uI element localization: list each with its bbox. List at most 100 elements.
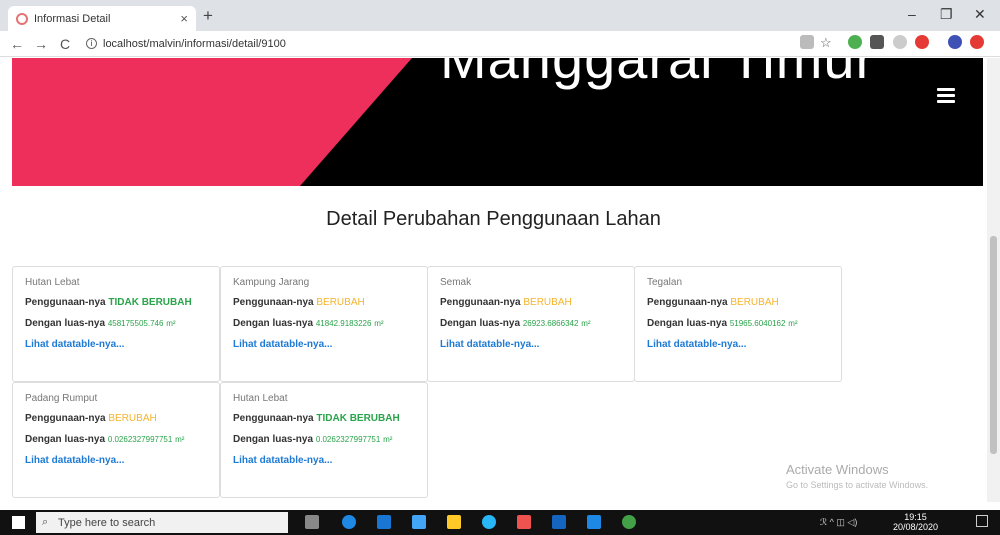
area-value: 41842.9183226 [315, 319, 372, 328]
area-label: Dengan luas-nya [233, 434, 314, 445]
area-unit: m² [175, 435, 185, 444]
area-label: Dengan luas-nya [25, 434, 106, 445]
extension-icon[interactable] [848, 35, 862, 49]
taskbar-search-input[interactable]: ⌕ Type here to search [36, 512, 288, 533]
usage-line: Penggunaan-nya BERUBAH [233, 297, 415, 308]
datatable-link[interactable]: Lihat datatable-nya... [440, 339, 622, 350]
usage-line: Penggunaan-nya BERUBAH [25, 413, 207, 424]
area-value: 0.0262327997751 [315, 435, 381, 444]
extension-icon[interactable] [893, 35, 907, 49]
tab-close-icon[interactable]: × [180, 11, 188, 26]
area-line: Dengan luas-nya 51965.6040162 m² [647, 318, 829, 329]
area-unit: m² [581, 319, 591, 328]
file-explorer-icon[interactable] [447, 515, 461, 529]
land-use-name: Hutan Lebat [25, 277, 80, 288]
browser-tab[interactable]: Informasi Detail × [8, 6, 196, 31]
back-button[interactable]: ← [10, 36, 24, 52]
taskbar-clock[interactable]: 19:15 20/08/2020 [893, 512, 938, 532]
usage-line: Penggunaan-nya BERUBAH [647, 297, 829, 308]
clock-time: 19:15 [904, 512, 927, 522]
task-view-icon[interactable] [305, 515, 319, 529]
usage-label: Penggunaan-nya [25, 297, 106, 308]
extension-icon[interactable] [870, 35, 884, 49]
area-unit: m² [374, 319, 384, 328]
scrollbar-thumb[interactable] [990, 236, 997, 454]
usage-line: Penggunaan-nya BERUBAH [440, 297, 622, 308]
status-badge: BERUBAH [523, 297, 572, 308]
system-tray-icon[interactable]: ℛ ^ ◫ ◁) [820, 517, 857, 528]
close-window-button[interactable]: ✕ [974, 6, 986, 23]
forward-button[interactable]: → [34, 36, 48, 52]
app-icon[interactable] [517, 515, 531, 529]
hamburger-menu-icon[interactable] [937, 88, 955, 106]
maximize-button[interactable]: ❐ [940, 6, 953, 23]
land-use-card: Hutan Lebat Penggunaan-nya TIDAK BERUBAH… [12, 266, 220, 382]
page-scrollbar[interactable] [987, 58, 1000, 502]
land-use-card: Hutan Lebat Penggunaan-nya TIDAK BERUBAH… [220, 382, 428, 498]
land-use-name: Tegalan [647, 277, 683, 288]
datatable-link[interactable]: Lihat datatable-nya... [647, 339, 829, 350]
search-icon: ⌕ [42, 516, 49, 528]
chrome-icon[interactable] [622, 515, 636, 529]
site-info-icon[interactable]: i [86, 38, 97, 49]
page-title: Detail Perubahan Penggunaan Lahan [326, 208, 661, 230]
datatable-link[interactable]: Lihat datatable-nya... [25, 339, 207, 350]
area-value: 0.0262327997751 [107, 435, 173, 444]
area-line: Dengan luas-nya 26923.6866342 m² [440, 318, 622, 329]
hero-title: Manggarai Timur [440, 58, 876, 90]
land-use-card: Kampung Jarang Penggunaan-nya BERUBAH De… [220, 266, 428, 382]
adblock-icon[interactable] [915, 35, 929, 49]
status-badge: TIDAK BERUBAH [316, 413, 400, 424]
status-badge: BERUBAH [108, 413, 157, 424]
land-use-card: Tegalan Penggunaan-nya BERUBAH Dengan lu… [634, 266, 842, 382]
usage-line: Penggunaan-nya TIDAK BERUBAH [233, 413, 415, 424]
land-use-name: Hutan Lebat [233, 393, 288, 404]
area-line: Dengan luas-nya 458175505.746 m² [25, 318, 207, 329]
zoom-icon[interactable] [587, 515, 601, 529]
url-text[interactable]: localhost/malvin/informasi/detail/9100 [103, 38, 286, 50]
usage-label: Penggunaan-nya [440, 297, 521, 308]
windows-start-icon[interactable] [12, 516, 25, 529]
address-bar[interactable]: i localhost/malvin/informasi/detail/9100 [86, 38, 286, 50]
usage-label: Penggunaan-nya [233, 413, 314, 424]
area-label: Dengan luas-nya [647, 318, 728, 329]
datatable-link[interactable]: Lihat datatable-nya... [25, 455, 207, 466]
notifications-icon[interactable] [976, 515, 988, 527]
area-line: Dengan luas-nya 0.0262327997751 m² [233, 434, 415, 445]
mail-icon[interactable] [377, 515, 391, 529]
bookmark-star-icon[interactable]: ☆ [820, 35, 834, 50]
land-use-name: Semak [440, 277, 472, 288]
edge-browser-icon[interactable] [342, 515, 356, 529]
reload-button[interactable]: C [58, 36, 72, 52]
area-unit: m² [166, 319, 176, 328]
app-icon[interactable] [482, 515, 496, 529]
land-use-name: Kampung Jarang [233, 277, 310, 288]
usage-label: Penggunaan-nya [233, 297, 314, 308]
datatable-link[interactable]: Lihat datatable-nya... [233, 339, 415, 350]
profile-avatar[interactable] [948, 35, 962, 49]
search-placeholder: Type here to search [58, 516, 156, 529]
land-use-name: Padang Rumput [25, 393, 98, 404]
usage-line: Penggunaan-nya TIDAK BERUBAH [25, 297, 207, 308]
status-badge: BERUBAH [730, 297, 779, 308]
area-value: 51965.6040162 [729, 319, 786, 328]
status-badge: BERUBAH [316, 297, 365, 308]
store-icon[interactable] [412, 515, 426, 529]
activation-watermark-hint: Go to Settings to activate Windows. [786, 480, 929, 490]
usage-label: Penggunaan-nya [647, 297, 728, 308]
hero-accent-shape [12, 58, 412, 186]
usage-label: Penggunaan-nya [25, 413, 106, 424]
hero-banner: Manggarai Timur [12, 58, 983, 186]
datatable-link[interactable]: Lihat datatable-nya... [233, 455, 415, 466]
activation-watermark: Activate Windows [786, 462, 889, 477]
browser-tab-strip: Informasi Detail × + – ❐ ✕ [0, 0, 1000, 31]
status-badge: TIDAK BERUBAH [108, 297, 192, 308]
translate-icon[interactable] [800, 35, 814, 49]
land-use-card: Padang Rumput Penggunaan-nya BERUBAH Den… [12, 382, 220, 498]
minimize-button[interactable]: – [908, 6, 916, 22]
word-icon[interactable] [552, 515, 566, 529]
area-value: 458175505.746 [107, 319, 164, 328]
new-tab-button[interactable]: + [203, 6, 213, 26]
area-label: Dengan luas-nya [440, 318, 521, 329]
extension-icon[interactable] [970, 35, 984, 49]
